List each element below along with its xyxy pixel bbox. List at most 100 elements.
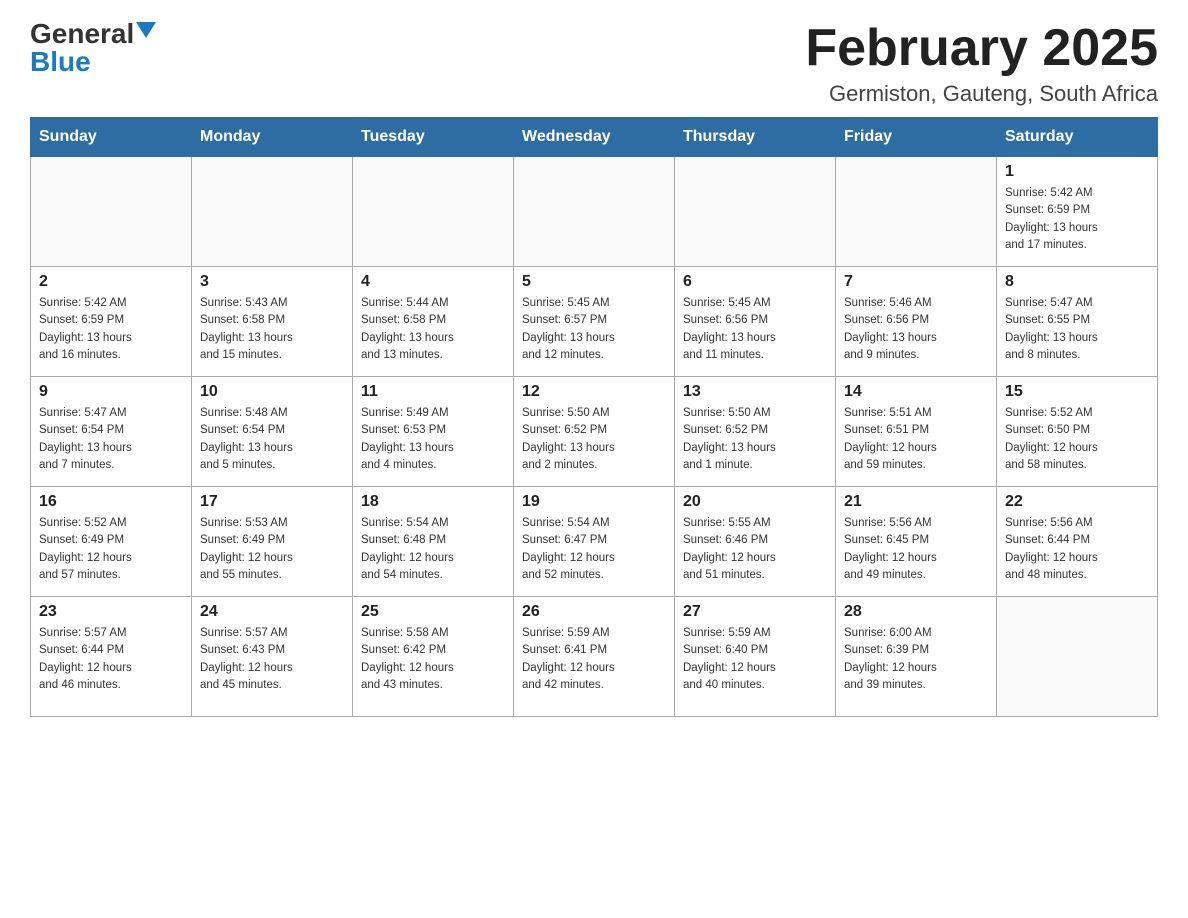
day-info: Sunrise: 5:47 AMSunset: 6:54 PMDaylight:…: [39, 405, 183, 474]
calendar-cell: 26 Sunrise: 5:59 AMSunset: 6:41 PMDayligh…: [514, 597, 675, 717]
calendar-cell: 7 Sunrise: 5:46 AMSunset: 6:56 PMDaylight…: [836, 267, 997, 377]
calendar-cell: 11Sunrise: 5:49 AMSunset: 6:53 PMDayligh…: [353, 377, 514, 487]
calendar-week-1: 1 Sunrise: 5:42 AMSunset: 6:59 PMDaylight…: [31, 157, 1158, 267]
day-info: Sunrise: 5:52 AMSunset: 6:50 PMDaylight:…: [1005, 405, 1149, 474]
day-number: 9: [39, 383, 183, 401]
day-number: 7: [844, 273, 988, 291]
day-info: Sunrise: 5:56 AMSunset: 6:44 PMDaylight:…: [1005, 515, 1149, 584]
day-number: 27: [683, 603, 827, 621]
calendar-cell: 20 Sunrise: 5:55 AMSunset: 6:46 PMDayligh…: [675, 487, 836, 597]
day-number: 14: [844, 383, 988, 401]
day-number: 16: [39, 493, 183, 511]
day-number: 10: [200, 383, 344, 401]
day-info: Sunrise: 5:53 AMSunset: 6:49 PMDaylight:…: [200, 515, 344, 584]
day-number: 23: [39, 603, 183, 621]
day-info: Sunrise: 5:57 AMSunset: 6:44 PMDaylight:…: [39, 625, 183, 694]
day-info: Sunrise: 5:56 AMSunset: 6:45 PMDaylight:…: [844, 515, 988, 584]
calendar-cell: 8 Sunrise: 5:47 AMSunset: 6:55 PMDaylight…: [997, 267, 1158, 377]
day-info: Sunrise: 5:57 AMSunset: 6:43 PMDaylight:…: [200, 625, 344, 694]
calendar-cell: 14 Sunrise: 5:51 AMSunset: 6:51 PMDayligh…: [836, 377, 997, 487]
day-info: Sunrise: 5:58 AMSunset: 6:42 PMDaylight:…: [361, 625, 505, 694]
day-number: 2: [39, 273, 183, 291]
day-number: 24: [200, 603, 344, 621]
day-info: Sunrise: 5:55 AMSunset: 6:46 PMDaylight:…: [683, 515, 827, 584]
calendar-cell: 19Sunrise: 5:54 AMSunset: 6:47 PMDayligh…: [514, 487, 675, 597]
logo-blue-text: Blue: [30, 48, 91, 76]
weekday-header-row: SundayMondayTuesdayWednesdayThursdayFrid…: [31, 118, 1158, 157]
day-info: Sunrise: 5:44 AMSunset: 6:58 PMDaylight:…: [361, 295, 505, 364]
weekday-header-monday: Monday: [192, 118, 353, 157]
day-number: 28: [844, 603, 988, 621]
day-info: Sunrise: 5:43 AMSunset: 6:58 PMDaylight:…: [200, 295, 344, 364]
weekday-header-tuesday: Tuesday: [353, 118, 514, 157]
day-number: 1: [1005, 163, 1149, 181]
calendar-cell: 12Sunrise: 5:50 AMSunset: 6:52 PMDayligh…: [514, 377, 675, 487]
day-info: Sunrise: 5:51 AMSunset: 6:51 PMDaylight:…: [844, 405, 988, 474]
calendar-week-4: 16 Sunrise: 5:52 AMSunset: 6:49 PMDayligh…: [31, 487, 1158, 597]
logo-triangle-icon: [136, 22, 156, 38]
weekday-header-wednesday: Wednesday: [514, 118, 675, 157]
day-info: Sunrise: 5:54 AMSunset: 6:47 PMDaylight:…: [522, 515, 666, 584]
day-info: Sunrise: 5:42 AMSunset: 6:59 PMDaylight:…: [1005, 185, 1149, 254]
day-info: Sunrise: 5:50 AMSunset: 6:52 PMDaylight:…: [683, 405, 827, 474]
calendar-cell: 24 Sunrise: 5:57 AMSunset: 6:43 PMDayligh…: [192, 597, 353, 717]
calendar-cell: 17Sunrise: 5:53 AMSunset: 6:49 PMDayligh…: [192, 487, 353, 597]
day-info: Sunrise: 6:00 AMSunset: 6:39 PMDaylight:…: [844, 625, 988, 694]
day-info: Sunrise: 5:54 AMSunset: 6:48 PMDaylight:…: [361, 515, 505, 584]
day-number: 6: [683, 273, 827, 291]
day-number: 8: [1005, 273, 1149, 291]
calendar-cell: 4 Sunrise: 5:44 AMSunset: 6:58 PMDaylight…: [353, 267, 514, 377]
day-number: 26: [522, 603, 666, 621]
calendar-cell: 3 Sunrise: 5:43 AMSunset: 6:58 PMDaylight…: [192, 267, 353, 377]
title-area: February 2025 Germiston, Gauteng, South …: [805, 20, 1158, 107]
calendar-cell: [353, 157, 514, 267]
logo-general-text: General: [30, 20, 134, 48]
calendar-cell: [514, 157, 675, 267]
calendar-cell: [836, 157, 997, 267]
day-info: Sunrise: 5:59 AMSunset: 6:40 PMDaylight:…: [683, 625, 827, 694]
calendar-week-5: 23 Sunrise: 5:57 AMSunset: 6:44 PMDayligh…: [31, 597, 1158, 717]
logo: General Blue: [30, 20, 156, 76]
calendar-cell: 21Sunrise: 5:56 AMSunset: 6:45 PMDayligh…: [836, 487, 997, 597]
weekday-header-saturday: Saturday: [997, 118, 1158, 157]
day-info: Sunrise: 5:47 AMSunset: 6:55 PMDaylight:…: [1005, 295, 1149, 364]
calendar-cell: 22Sunrise: 5:56 AMSunset: 6:44 PMDayligh…: [997, 487, 1158, 597]
calendar-cell: 18 Sunrise: 5:54 AMSunset: 6:48 PMDayligh…: [353, 487, 514, 597]
day-number: 20: [683, 493, 827, 511]
calendar-week-2: 2Sunrise: 5:42 AMSunset: 6:59 PMDaylight…: [31, 267, 1158, 377]
day-info: Sunrise: 5:45 AMSunset: 6:57 PMDaylight:…: [522, 295, 666, 364]
day-info: Sunrise: 5:52 AMSunset: 6:49 PMDaylight:…: [39, 515, 183, 584]
calendar-cell: 16 Sunrise: 5:52 AMSunset: 6:49 PMDayligh…: [31, 487, 192, 597]
day-info: Sunrise: 5:46 AMSunset: 6:56 PMDaylight:…: [844, 295, 988, 364]
calendar-cell: 6 Sunrise: 5:45 AMSunset: 6:56 PMDaylight…: [675, 267, 836, 377]
location: Germiston, Gauteng, South Africa: [805, 81, 1158, 107]
day-number: 18: [361, 493, 505, 511]
calendar-week-3: 9 Sunrise: 5:47 AMSunset: 6:54 PMDaylight…: [31, 377, 1158, 487]
calendar-cell: [675, 157, 836, 267]
day-number: 3: [200, 273, 344, 291]
day-info: Sunrise: 5:59 AMSunset: 6:41 PMDaylight:…: [522, 625, 666, 694]
calendar-cell: 15 Sunrise: 5:52 AMSunset: 6:50 PMDayligh…: [997, 377, 1158, 487]
day-number: 15: [1005, 383, 1149, 401]
calendar-cell: 9 Sunrise: 5:47 AMSunset: 6:54 PMDaylight…: [31, 377, 192, 487]
weekday-header-thursday: Thursday: [675, 118, 836, 157]
weekday-header-friday: Friday: [836, 118, 997, 157]
calendar-cell: 27 Sunrise: 5:59 AMSunset: 6:40 PMDayligh…: [675, 597, 836, 717]
month-title: February 2025: [805, 20, 1158, 77]
page-header: General Blue February 2025 Germiston, Ga…: [30, 20, 1158, 107]
calendar-cell: 10Sunrise: 5:48 AMSunset: 6:54 PMDayligh…: [192, 377, 353, 487]
calendar-cell: 1 Sunrise: 5:42 AMSunset: 6:59 PMDaylight…: [997, 157, 1158, 267]
calendar-cell: 5Sunrise: 5:45 AMSunset: 6:57 PMDaylight…: [514, 267, 675, 377]
calendar-cell: 28 Sunrise: 6:00 AMSunset: 6:39 PMDayligh…: [836, 597, 997, 717]
calendar-cell: [997, 597, 1158, 717]
calendar-cell: 23 Sunrise: 5:57 AMSunset: 6:44 PMDayligh…: [31, 597, 192, 717]
day-number: 25: [361, 603, 505, 621]
day-info: Sunrise: 5:45 AMSunset: 6:56 PMDaylight:…: [683, 295, 827, 364]
calendar-table: SundayMondayTuesdayWednesdayThursdayFrid…: [30, 117, 1158, 717]
day-number: 12: [522, 383, 666, 401]
calendar-cell: [31, 157, 192, 267]
calendar-cell: 13Sunrise: 5:50 AMSunset: 6:52 PMDayligh…: [675, 377, 836, 487]
calendar-cell: 25 Sunrise: 5:58 AMSunset: 6:42 PMDayligh…: [353, 597, 514, 717]
day-number: 4: [361, 273, 505, 291]
calendar-cell: 2Sunrise: 5:42 AMSunset: 6:59 PMDaylight…: [31, 267, 192, 377]
